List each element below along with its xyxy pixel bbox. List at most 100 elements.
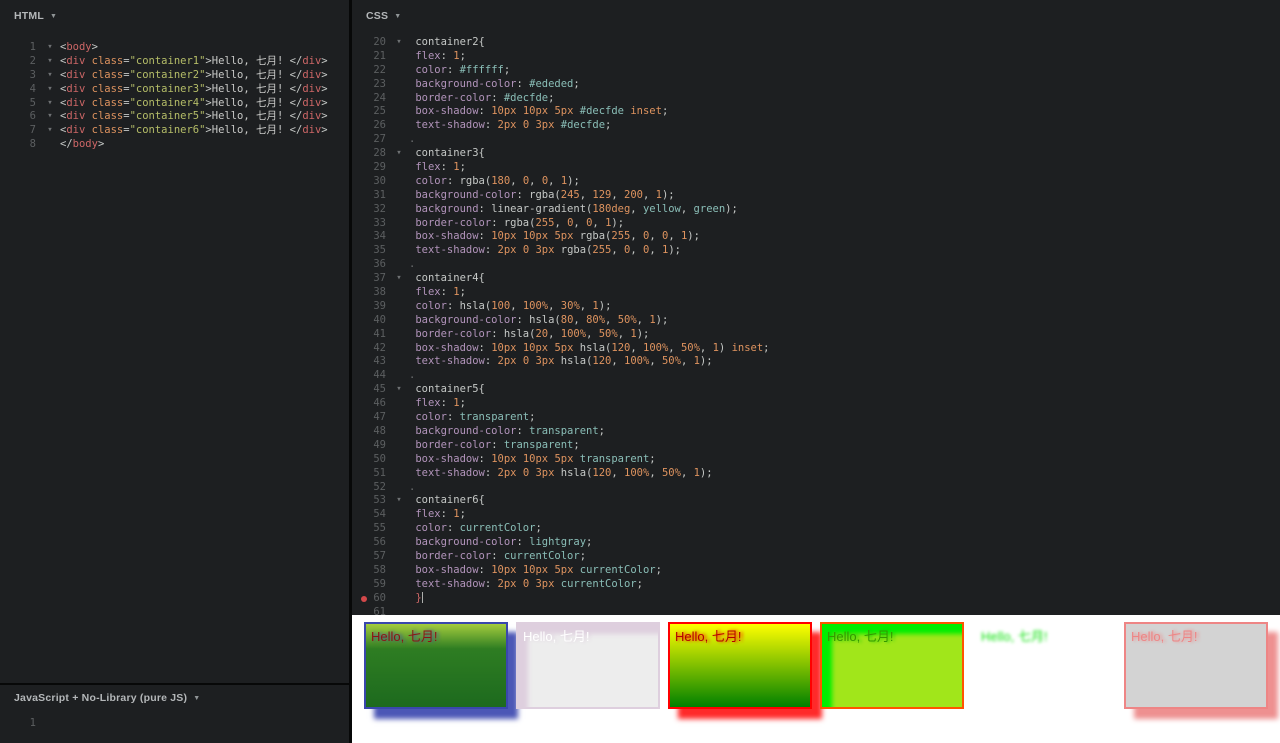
code-line-49[interactable]: 49 border-color: transparent; [352, 439, 1280, 453]
fold-arrow-icon[interactable]: ▾ [40, 110, 60, 124]
code-text: <body> [60, 41, 98, 53]
code-line-22[interactable]: 22 color: #ffffff; [352, 64, 1280, 78]
code-line-32[interactable]: 32 background: linear-gradient(180deg, y… [352, 203, 1280, 217]
code-line-59[interactable]: 59 text-shadow: 2px 0 3px currentColor; [352, 578, 1280, 592]
fold-gutter [389, 508, 409, 522]
fold-arrow-icon[interactable]: ▾ [40, 83, 60, 97]
code-line-50[interactable]: 50 box-shadow: 10px 10px 5px transparent… [352, 453, 1280, 467]
javascript-panel-header[interactable]: JavaScript + No-Library (pure JS) ▼ [0, 685, 349, 711]
code-text: color: #ffffff; [409, 63, 511, 76]
code-text: container2{ [409, 36, 485, 48]
code-line-45[interactable]: 45 ▾ container5{ [352, 383, 1280, 397]
code-line-35[interactable]: 35 text-shadow: 2px 0 3px rgba(255, 0, 0… [352, 244, 1280, 258]
line-number: 57 [373, 549, 386, 562]
code-text: color: rgba(180, 0, 0, 1); [409, 174, 580, 187]
code-line-23[interactable]: 23 background-color: #ededed; [352, 78, 1280, 92]
css-code-editor[interactable]: 20 ▾ container2{21 flex: 1; 22 color: #fff… [352, 32, 1280, 615]
fold-arrow-icon[interactable]: ▾ [40, 97, 60, 111]
code-line-1[interactable]: 1 [0, 717, 349, 731]
code-line-41[interactable]: 41 border-color: hsla(20, 100%, 50%, 1); [352, 328, 1280, 342]
code-line-8[interactable]: 8 </body> [0, 138, 349, 152]
code-text: background-color: hsla(80, 80%, 50%, 1); [409, 313, 669, 326]
code-text: flex: 1; [409, 49, 466, 62]
code-text: box-shadow: 10px 10px 5px rgba(255, 0, 0… [409, 230, 700, 243]
fold-arrow-icon[interactable]: ▾ [40, 41, 60, 55]
line-number: 51 [373, 466, 386, 479]
code-line-4[interactable]: 4 ▾ <div class="container3">Hello, 七月! </d… [0, 83, 349, 97]
code-line-25[interactable]: 25 box-shadow: 10px 10px 5px #decfde ins… [352, 105, 1280, 119]
line-number: 41 [373, 327, 386, 340]
code-line-44[interactable]: 44. [352, 369, 1280, 383]
fold-arrow-icon[interactable]: ▾ [389, 383, 409, 397]
code-line-36[interactable]: 36. [352, 258, 1280, 272]
fold-arrow-icon[interactable]: ▾ [40, 69, 60, 83]
code-line-58[interactable]: 58 box-shadow: 10px 10px 5px currentColo… [352, 564, 1280, 578]
code-line-2[interactable]: 2 ▾ <div class="container1">Hello, 七月! </d… [0, 55, 349, 69]
fold-gutter [389, 244, 409, 258]
lint-error-icon [361, 595, 367, 602]
code-line-30[interactable]: 30 color: rgba(180, 0, 0, 1); [352, 175, 1280, 189]
code-line-39[interactable]: 39 color: hsla(100, 100%, 30%, 1); [352, 300, 1280, 314]
code-text: background-color: lightgray; [409, 536, 593, 549]
html-panel: HTML ▼ 1 ▾ <body> 2 ▾ <div class="container1"… [0, 0, 349, 683]
code-line-20[interactable]: 20 ▾ container2{ [352, 36, 1280, 50]
code-line-33[interactable]: 33 border-color: rgba(255, 0, 0, 1); [352, 217, 1280, 231]
code-line-51[interactable]: 51 text-shadow: 2px 0 3px hsla(120, 100%… [352, 467, 1280, 481]
fold-arrow-icon[interactable]: ▾ [389, 147, 409, 161]
code-text: text-shadow: 2px 0 3px currentColor; [409, 577, 643, 590]
code-line-60[interactable]: 60 } [352, 591, 1280, 606]
code-line-43[interactable]: 43 text-shadow: 2px 0 3px hsla(120, 100%… [352, 355, 1280, 369]
code-line-21[interactable]: 21 flex: 1; [352, 50, 1280, 64]
code-line-53[interactable]: 53 ▾ container6{ [352, 494, 1280, 508]
fold-arrow-icon[interactable]: ▾ [389, 494, 409, 508]
fold-arrow-icon[interactable]: ▾ [40, 55, 60, 69]
fold-gutter [389, 314, 409, 328]
code-text: text-shadow: 2px 0 3px hsla(120, 100%, 5… [409, 355, 713, 368]
code-line-31[interactable]: 31 background-color: rgba(245, 129, 200,… [352, 189, 1280, 203]
code-text: color: currentColor; [409, 522, 542, 535]
code-line-34[interactable]: 34 box-shadow: 10px 10px 5px rgba(255, 0… [352, 230, 1280, 244]
code-line-54[interactable]: 54 flex: 1; [352, 508, 1280, 522]
code-line-26[interactable]: 26 text-shadow: 2px 0 3px #decfde; [352, 119, 1280, 133]
code-line-29[interactable]: 29 flex: 1; [352, 161, 1280, 175]
line-number: 37 [373, 272, 386, 285]
code-line-61[interactable]: 61 [352, 606, 1280, 615]
javascript-code-editor[interactable]: 1 [0, 711, 349, 743]
code-line-6[interactable]: 6 ▾ <div class="container5">Hello, 七月! </d… [0, 110, 349, 124]
code-line-37[interactable]: 37 ▾ container4{ [352, 272, 1280, 286]
code-line-38[interactable]: 38 flex: 1; [352, 286, 1280, 300]
line-number: 60 [373, 591, 386, 604]
code-line-48[interactable]: 48 background-color: transparent; [352, 425, 1280, 439]
code-line-28[interactable]: 28 ▾ container3{ [352, 147, 1280, 161]
code-line-56[interactable]: 56 background-color: lightgray; [352, 536, 1280, 550]
code-line-27[interactable]: 27. [352, 133, 1280, 147]
code-line-24[interactable]: 24 border-color: #decfde; [352, 92, 1280, 106]
fold-gutter [40, 138, 60, 152]
code-line-42[interactable]: 42 box-shadow: 10px 10px 5px hsla(120, 1… [352, 342, 1280, 356]
code-line-47[interactable]: 47 color: transparent; [352, 411, 1280, 425]
html-panel-label: HTML [14, 10, 44, 22]
code-line-7[interactable]: 7 ▾ <div class="container6">Hello, 七月! </d… [0, 124, 349, 138]
result-panel: Hello, 七月! Hello, 七月! Hello, 七月! Hello, 七月!… [352, 615, 1280, 743]
code-line-40[interactable]: 40 background-color: hsla(80, 80%, 50%, … [352, 314, 1280, 328]
html-code-editor[interactable]: 1 ▾ <body> 2 ▾ <div class="container1">Hello,… [0, 32, 349, 683]
code-line-55[interactable]: 55 color: currentColor; [352, 522, 1280, 536]
code-text: border-color: transparent; [409, 438, 580, 451]
fold-arrow-icon[interactable]: ▾ [389, 36, 409, 50]
code-line-3[interactable]: 3 ▾ <div class="container2">Hello, 七月! </d… [0, 69, 349, 83]
css-panel-header[interactable]: CSS ▼ [352, 0, 1280, 32]
code-line-5[interactable]: 5 ▾ <div class="container4">Hello, 七月! </d… [0, 97, 349, 111]
code-line-52[interactable]: 52. [352, 481, 1280, 495]
code-line-57[interactable]: 57 border-color: currentColor; [352, 550, 1280, 564]
html-panel-header[interactable]: HTML ▼ [0, 0, 349, 32]
fold-arrow-icon[interactable]: ▾ [389, 272, 409, 286]
code-line-46[interactable]: 46 flex: 1; [352, 397, 1280, 411]
line-number: 46 [373, 397, 386, 410]
code-text: . [409, 480, 416, 493]
fold-arrow-icon[interactable]: ▾ [40, 124, 60, 138]
code-line-1[interactable]: 1 ▾ <body> [0, 41, 349, 55]
fold-gutter [389, 550, 409, 564]
line-number: 27 [373, 133, 386, 146]
preview-container3: Hello, 七月! [668, 622, 812, 709]
code-text: text-shadow: 2px 0 3px hsla(120, 100%, 5… [409, 466, 713, 479]
